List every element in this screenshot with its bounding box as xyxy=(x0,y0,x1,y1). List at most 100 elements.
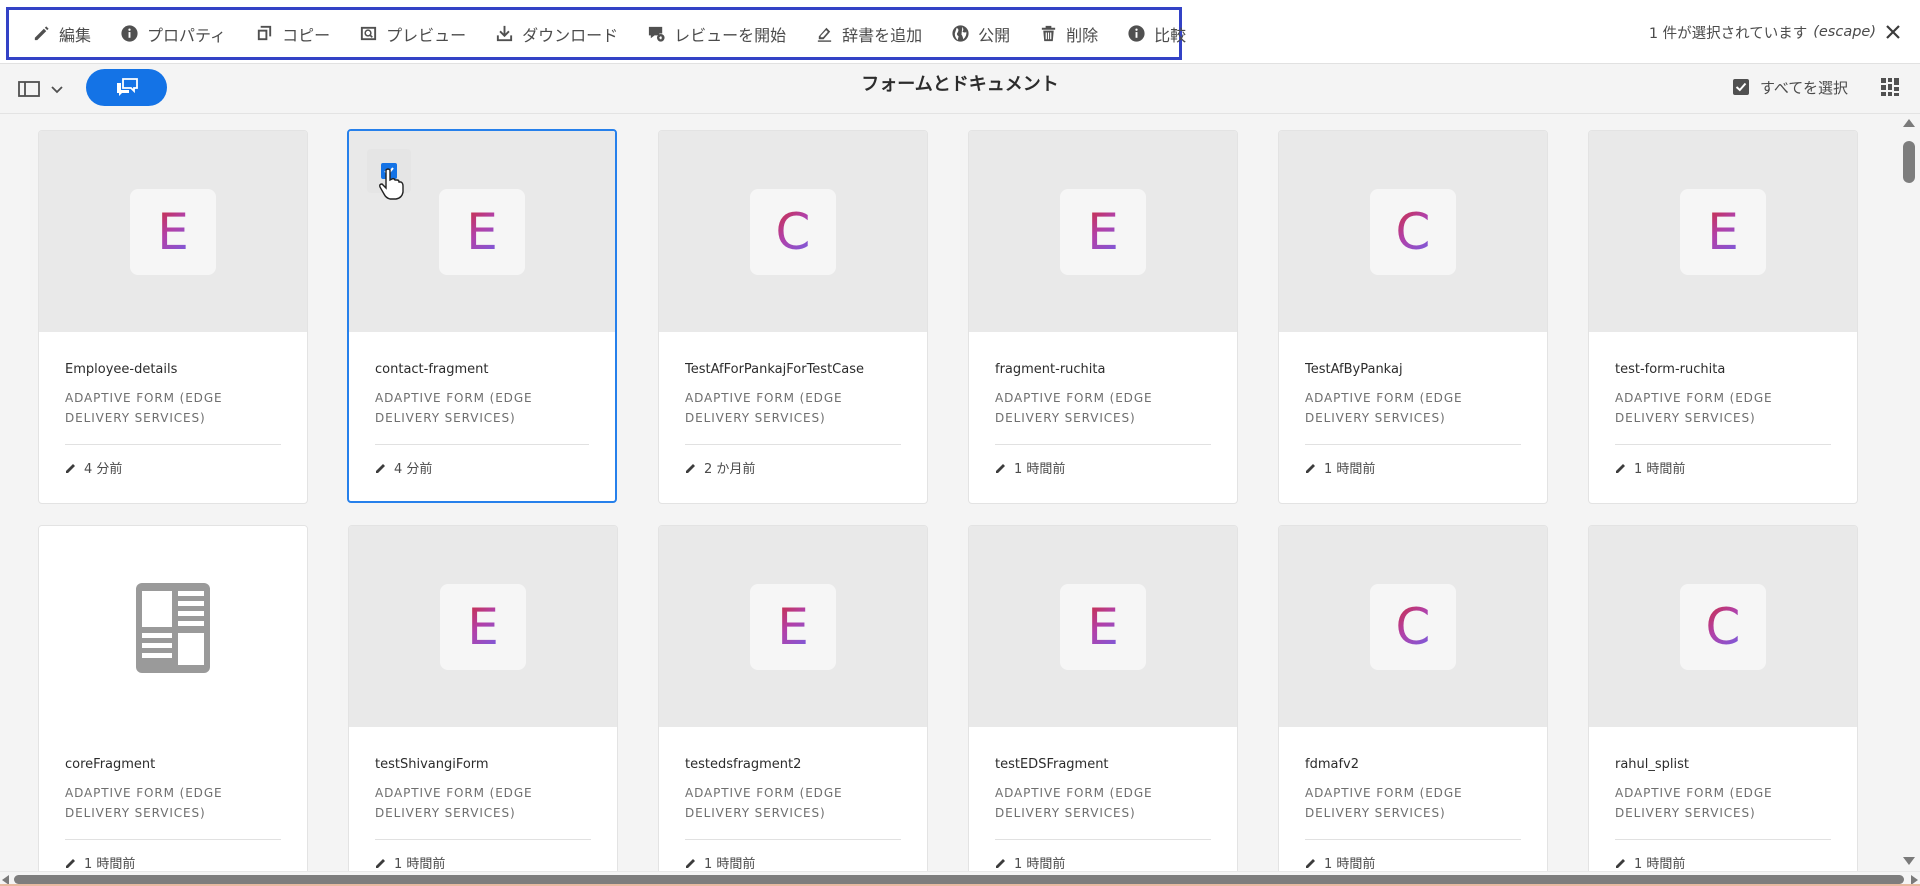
form-card[interactable]: C TestAfForPankajForTestCase ADAPTIVE FO… xyxy=(658,130,928,504)
download-button[interactable]: ダウンロード xyxy=(480,10,632,57)
copy-label: コピー xyxy=(282,25,331,45)
card-info: Employee-details ADAPTIVE FORM (EDGE DEL… xyxy=(65,362,281,477)
card-thumbnail: C xyxy=(659,131,927,332)
card-info: TestAfByPankaj ADAPTIVE FORM (EDGE DELIV… xyxy=(1305,362,1521,477)
card-modified-time: 1 時間前 xyxy=(1634,857,1686,871)
pencil-icon xyxy=(376,463,385,473)
trash-icon xyxy=(1038,24,1058,44)
form-type-tile: E xyxy=(1060,584,1146,670)
card-info: test-form-ruchita ADAPTIVE FORM (EDGE DE… xyxy=(1615,362,1831,477)
card-modified: 1 時間前 xyxy=(995,853,1211,871)
form-type-letter: E xyxy=(467,598,499,656)
card-modified-time: 1 時間前 xyxy=(704,857,756,871)
card-type: ADAPTIVE FORM (EDGE DELIVERY SERVICES) xyxy=(375,786,533,820)
card-modified: 4 分前 xyxy=(375,458,589,477)
form-type-letter: E xyxy=(777,598,809,656)
form-card[interactable]: E testShivangiForm ADAPTIVE FORM (EDGE D… xyxy=(348,525,618,871)
form-card[interactable]: E test-form-ruchita ADAPTIVE FORM (EDGE … xyxy=(1588,130,1858,504)
card-type: ADAPTIVE FORM (EDGE DELIVERY SERVICES) xyxy=(1615,391,1773,425)
pencil-icon xyxy=(686,463,695,473)
card-type: ADAPTIVE FORM (EDGE DELIVERY SERVICES) xyxy=(685,786,843,820)
review-icon xyxy=(646,24,666,44)
form-card[interactable]: C rahul_splist ADAPTIVE FORM (EDGE DELIV… xyxy=(1588,525,1858,871)
globe-icon xyxy=(950,24,970,44)
preview-button[interactable]: プレビュー xyxy=(344,10,480,57)
start-review-button[interactable]: レビューを開始 xyxy=(632,10,800,57)
pencil-icon xyxy=(1306,858,1315,868)
card-title: testShivangiForm xyxy=(375,757,489,772)
card-title: fdmafv2 xyxy=(1305,757,1359,772)
add-dictionary-label: 辞書を追加 xyxy=(842,25,923,45)
edit-label: 編集 xyxy=(59,25,92,45)
card-modified-time: 4 分前 xyxy=(84,462,123,477)
pencil-icon xyxy=(1616,858,1625,868)
info-icon xyxy=(1126,24,1146,44)
form-type-letter: E xyxy=(157,203,189,261)
card-modified-time: 1 時間前 xyxy=(1014,462,1066,477)
form-type-tile: E xyxy=(440,584,526,670)
scroll-up-arrow[interactable] xyxy=(1903,119,1915,127)
publish-label: 公開 xyxy=(978,25,1011,45)
card-modified: 1 時間前 xyxy=(1615,458,1831,477)
selection-status: 1 件が選択されています (escape) xyxy=(1649,0,1876,64)
delete-label: 削除 xyxy=(1066,25,1099,45)
card-modified: 1 時間前 xyxy=(65,853,281,871)
rail-toggle-button[interactable] xyxy=(18,76,64,102)
card-title: TestAfByPankaj xyxy=(1305,362,1403,377)
card-modified-time: 1 時間前 xyxy=(1634,462,1686,477)
form-card[interactable]: C TestAfByPankaj ADAPTIVE FORM (EDGE DEL… xyxy=(1278,130,1548,504)
form-card[interactable]: E fragment-ruchita ADAPTIVE FORM (EDGE D… xyxy=(968,130,1238,504)
properties-button[interactable]: プロパティ xyxy=(105,10,240,57)
properties-label: プロパティ xyxy=(147,25,227,45)
close-icon xyxy=(1886,25,1900,39)
card-divider xyxy=(1615,839,1831,840)
content-header: フォームとドキュメント すべてを選択 xyxy=(0,64,1920,114)
add-dictionary-button[interactable]: 辞書を追加 xyxy=(800,10,936,57)
form-card[interactable]: E testEDSFragment ADAPTIVE FORM (EDGE DE… xyxy=(968,525,1238,871)
dictionary-icon xyxy=(814,24,834,44)
copy-button[interactable]: コピー xyxy=(240,10,344,57)
card-title: contact-fragment xyxy=(375,362,489,377)
close-selection-button[interactable] xyxy=(1882,21,1904,43)
preview-icon xyxy=(358,24,378,44)
card-thumbnail: E xyxy=(1589,131,1857,332)
card-modified: 1 時間前 xyxy=(1305,853,1521,871)
card-info: rahul_splist ADAPTIVE FORM (EDGE DELIVER… xyxy=(1615,757,1831,871)
form-card[interactable]: E Employee-details ADAPTIVE FORM (EDGE D… xyxy=(38,130,308,504)
card-info: coreFragment ADAPTIVE FORM (EDGE DELIVER… xyxy=(65,757,281,871)
checkbox-icon xyxy=(1732,79,1749,95)
comments-button[interactable] xyxy=(86,69,167,106)
form-card[interactable]: C fdmafv2 ADAPTIVE FORM (EDGE DELIVERY S… xyxy=(1278,525,1548,871)
form-type-letter: C xyxy=(775,203,811,261)
delete-button[interactable]: 削除 xyxy=(1024,10,1112,57)
publish-button[interactable]: 公開 xyxy=(936,10,1024,57)
card-thumbnail: E xyxy=(349,131,615,332)
form-type-tile: C xyxy=(1370,189,1456,275)
form-type-tile: E xyxy=(1060,189,1146,275)
pencil-icon xyxy=(376,858,385,868)
card-type: ADAPTIVE FORM (EDGE DELIVERY SERVICES) xyxy=(1305,391,1463,425)
select-all-button[interactable]: すべてを選択 xyxy=(1732,74,1848,100)
form-card[interactable]: coreFragment ADAPTIVE FORM (EDGE DELIVER… xyxy=(38,525,308,871)
grid-view-icon xyxy=(1881,78,1899,96)
horizontal-scroll-thumb[interactable] xyxy=(14,875,1904,884)
card-divider xyxy=(1615,444,1831,445)
compare-label: 比較 xyxy=(1154,25,1187,45)
card-modified: 1 時間前 xyxy=(1305,458,1521,477)
form-card[interactable]: E testedsfragment2 ADAPTIVE FORM (EDGE D… xyxy=(658,525,928,871)
form-card[interactable]: E contact-fragment ADAPTIVE FORM (EDGE D… xyxy=(347,129,617,503)
form-type-tile: C xyxy=(750,189,836,275)
scroll-down-arrow[interactable] xyxy=(1903,857,1915,865)
card-info: fragment-ruchita ADAPTIVE FORM (EDGE DEL… xyxy=(995,362,1211,477)
compare-button[interactable]: 比較 xyxy=(1112,10,1200,57)
info-icon xyxy=(119,24,139,44)
edit-button[interactable]: 編集 xyxy=(17,10,105,57)
card-divider xyxy=(995,839,1211,840)
view-switcher-button[interactable] xyxy=(1880,77,1900,97)
card-modified: 1 時間前 xyxy=(375,853,591,871)
form-type-letter: E xyxy=(1087,598,1119,656)
vertical-scroll-thumb[interactable] xyxy=(1903,141,1915,183)
vertical-scrollbar[interactable] xyxy=(1896,115,1920,871)
card-info: contact-fragment ADAPTIVE FORM (EDGE DEL… xyxy=(375,362,589,477)
card-divider xyxy=(685,444,901,445)
